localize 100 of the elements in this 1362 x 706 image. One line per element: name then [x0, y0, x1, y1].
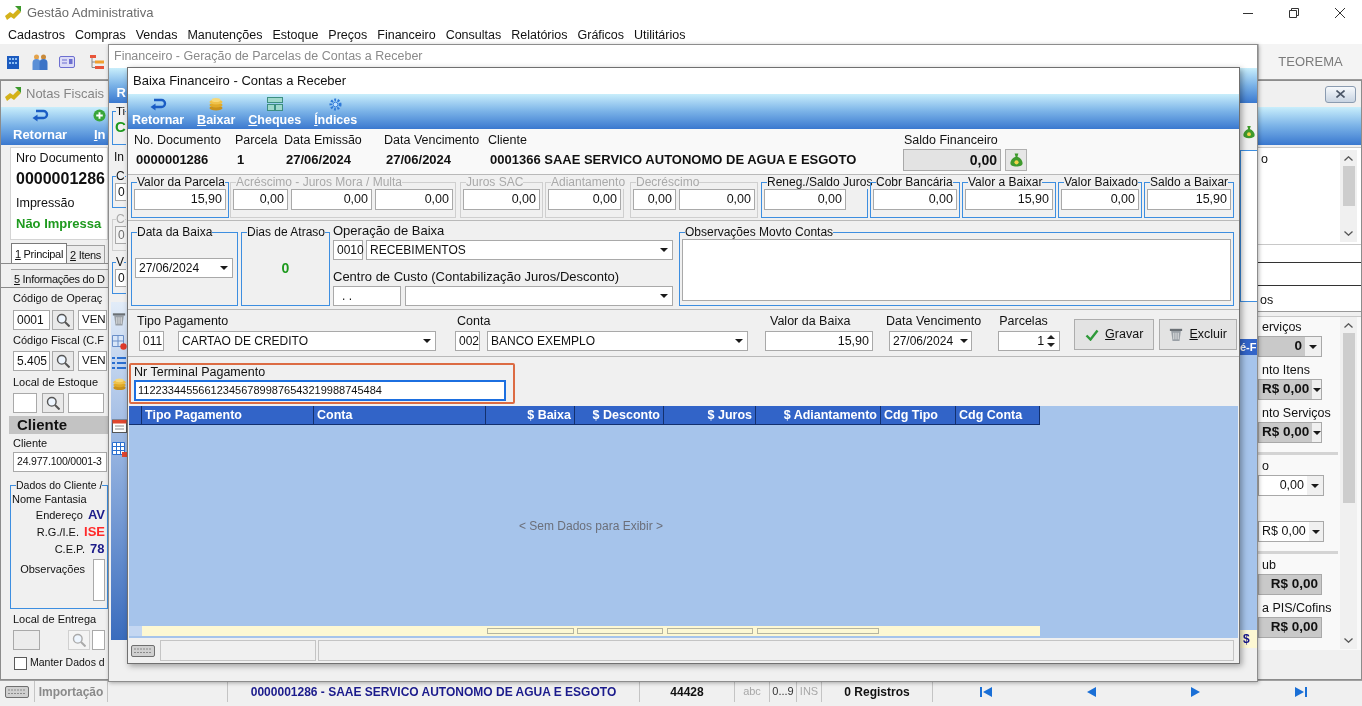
menu-item[interactable]: Relatórios	[506, 26, 573, 44]
people-icon[interactable]	[31, 52, 49, 71]
field-label: C.E.P.	[53, 541, 85, 557]
field-value: ISE	[84, 523, 105, 542]
column-header[interactable]: Conta	[314, 406, 486, 425]
menu-item[interactable]: Utilitários	[629, 26, 691, 44]
input-field[interactable]: 15,90	[134, 189, 226, 210]
delete-button[interactable]: Excluir	[1159, 319, 1238, 350]
date-picker[interactable]: 27/06/2024	[135, 258, 233, 278]
input-field[interactable]: 0,00	[873, 189, 957, 210]
menu-item[interactable]: Consultas	[440, 26, 507, 44]
menu-item[interactable]: Gráficos	[572, 26, 630, 44]
search-button[interactable]	[52, 351, 74, 371]
menu-item[interactable]: Preços	[323, 26, 373, 44]
column-header[interactable]: Cdg Conta	[956, 406, 1040, 425]
input-field[interactable]: 0010	[333, 240, 363, 260]
checkbox[interactable]	[14, 656, 27, 670]
dropdown[interactable]: R$ 0,00	[1258, 521, 1324, 542]
field-label: Cliente	[13, 436, 49, 451]
next-icon[interactable]	[1189, 686, 1202, 697]
input-field[interactable]	[92, 630, 105, 650]
tab[interactable]: 2 Itens	[67, 245, 105, 263]
list-icon[interactable]	[112, 357, 126, 369]
dropdown[interactable]: BANCO EXEMPLO	[487, 331, 748, 351]
date-picker[interactable]: 27/06/2024	[889, 331, 972, 351]
tab[interactable]: 1 Principal	[11, 243, 68, 263]
dropdown[interactable]: 0	[1258, 336, 1322, 357]
column-header[interactable]: $ Desconto	[575, 406, 664, 425]
input-field[interactable]: 0,00	[1061, 189, 1139, 210]
close-button[interactable]	[1325, 85, 1356, 103]
menu-item[interactable]: Compras	[70, 26, 131, 44]
text-area[interactable]	[93, 559, 105, 601]
menu-item[interactable]: Financeiro	[372, 26, 441, 44]
scroll-up-icon[interactable]	[1344, 156, 1353, 161]
scrollbar[interactable]	[1340, 317, 1357, 649]
input-field[interactable]: 0001	[13, 310, 50, 330]
calendar-icon[interactable]	[111, 418, 127, 433]
input-field[interactable]: 15,90	[965, 189, 1053, 210]
input-field[interactable]: VEN	[78, 351, 107, 371]
scroll-up-icon[interactable]	[1344, 323, 1353, 328]
input-field[interactable]	[13, 393, 37, 413]
tab[interactable]: 5 Informações do D	[11, 269, 109, 287]
menu-item[interactable]: Manutenções	[182, 26, 268, 44]
input-field[interactable]: 24.977.100/0001-3	[13, 452, 107, 472]
column-header[interactable]: $ Adiantamento	[756, 406, 881, 425]
dropdown[interactable]: R$ 0,00	[1258, 379, 1322, 400]
scroll-down-icon[interactable]	[1344, 638, 1353, 643]
menu-item[interactable]: Vendas	[130, 26, 183, 44]
column-header[interactable]: Tipo Pagamento	[142, 406, 314, 425]
money-bag-icon[interactable]	[1242, 124, 1256, 140]
input-field[interactable]: 15,90	[1147, 189, 1231, 210]
input-field[interactable]: 011	[139, 331, 164, 351]
spinner-arrows-icon[interactable]	[1047, 334, 1056, 348]
menu-item[interactable]: Estoque	[267, 26, 324, 44]
first-page-icon[interactable]	[979, 686, 992, 697]
building-icon[interactable]	[5, 53, 21, 70]
text-area[interactable]	[682, 239, 1231, 301]
caret-down-icon	[1311, 483, 1319, 488]
input-field[interactable]: 5.405	[13, 351, 50, 371]
balance-button[interactable]	[1005, 149, 1027, 171]
keyboard-icon[interactable]	[5, 685, 29, 698]
input-field[interactable]	[13, 630, 40, 650]
input-field[interactable]: 0	[115, 269, 126, 287]
menu-item[interactable]: Cadastros	[3, 26, 70, 44]
grid-icon[interactable]	[111, 442, 127, 457]
dropdown[interactable]: R$ 0,00	[1258, 422, 1322, 443]
column-header[interactable]: $ Juros	[664, 406, 756, 425]
keyboard-icon[interactable]	[131, 644, 155, 657]
grid-x-icon[interactable]	[111, 335, 127, 350]
dropdown[interactable]: 0,00	[1258, 475, 1324, 496]
save-button[interactable]: Gravar	[1074, 319, 1155, 350]
input-field[interactable]: VEN	[78, 310, 107, 330]
scrollbar[interactable]	[1340, 150, 1357, 242]
input-field[interactable]: 002	[455, 331, 480, 351]
last-page-icon[interactable]	[1294, 686, 1307, 697]
scroll-down-icon[interactable]	[1344, 231, 1353, 236]
dropdown[interactable]: RECEBIMENTOS	[366, 240, 673, 260]
id-card-icon[interactable]	[59, 54, 75, 69]
search-button[interactable]	[52, 310, 74, 330]
search-button[interactable]	[42, 393, 64, 413]
footer-cell: $	[1240, 630, 1257, 648]
column-header[interactable]: $ Baixa	[486, 406, 575, 425]
hierarchy-icon[interactable]	[89, 53, 105, 70]
input-field[interactable]: 0	[115, 183, 126, 201]
input-field[interactable]: 15,90	[765, 331, 873, 351]
column-header[interactable]: Cdg Tipo	[881, 406, 956, 425]
spinner-field[interactable]: 1	[998, 331, 1061, 351]
caret-down-icon	[1312, 430, 1321, 435]
input-field[interactable]: 0,00	[764, 189, 846, 210]
input-field[interactable]: . .	[333, 286, 401, 306]
scrollbar-thumb[interactable]	[1342, 333, 1355, 503]
input-field[interactable]	[68, 393, 104, 413]
dropdown[interactable]	[405, 286, 673, 306]
field-label: Data Vencimento	[384, 133, 481, 148]
input-field[interactable]: 1122334455661234567899876543219988745484	[134, 380, 506, 401]
scrollbar-thumb[interactable]	[1342, 166, 1355, 206]
trash-icon[interactable]	[112, 312, 126, 326]
dropdown[interactable]: CARTAO DE CREDITO	[178, 331, 436, 351]
field-label: Código Fiscal (C.F	[13, 333, 106, 348]
coins-icon[interactable]	[111, 377, 127, 391]
